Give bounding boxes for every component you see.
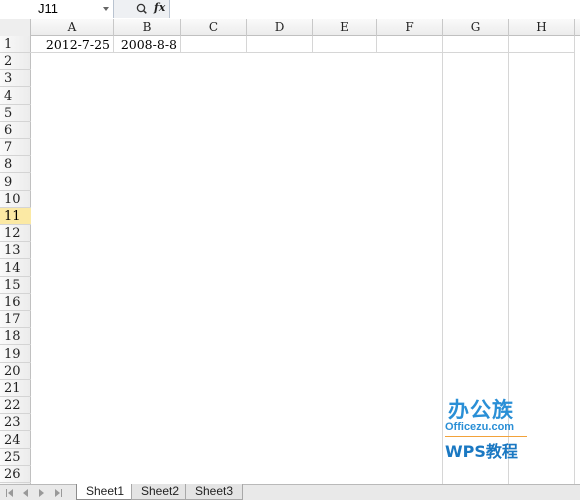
row-header-19[interactable]: 19 (0, 346, 31, 363)
chevron-down-icon[interactable] (103, 7, 109, 11)
row-header-23[interactable]: 23 (0, 414, 31, 431)
row-header-8[interactable]: 8 (0, 156, 31, 173)
row-header-10[interactable]: 10 (0, 191, 31, 208)
row-header-26[interactable]: 26 (0, 466, 31, 483)
row-header-4[interactable]: 4 (0, 88, 31, 105)
sheet-tab-sheet2[interactable]: Sheet2 (131, 484, 190, 500)
select-all-corner[interactable] (0, 19, 31, 36)
column-header-bar: A B C D E F G H (0, 19, 580, 36)
formula-tools: fx (114, 0, 170, 18)
watermark-brand: 办公族 (448, 398, 514, 422)
sheet-tab-bar: Sheet1 Sheet2 Sheet3 (0, 484, 580, 500)
function-icon[interactable]: fx (154, 1, 165, 14)
sheet-tab-sheet3[interactable]: Sheet3 (185, 484, 244, 500)
watermark-domain: Officezu.com (445, 421, 515, 433)
cell-e1[interactable] (313, 36, 377, 53)
row-header-18[interactable]: 18 (0, 328, 31, 345)
row-header-24[interactable]: 24 (0, 432, 31, 449)
cell-d1[interactable] (247, 36, 313, 53)
name-box-value: J11 (38, 1, 58, 16)
row-header-1[interactable]: 1 (0, 36, 31, 53)
row-header-3[interactable]: 3 (0, 70, 31, 87)
row-header-11[interactable]: 11 (0, 208, 31, 225)
formula-input[interactable] (170, 0, 580, 18)
row-header-13[interactable]: 13 (0, 242, 31, 259)
cell-b1[interactable]: 2008-8-8 (114, 36, 181, 53)
watermark-subtitle: WPS教程 (445, 442, 518, 461)
cell-h1[interactable] (509, 36, 575, 53)
row-header-21[interactable]: 21 (0, 380, 31, 397)
column-header-e[interactable]: E (313, 19, 377, 36)
cell-g1[interactable] (443, 36, 509, 53)
zoom-icon[interactable] (136, 3, 147, 14)
row-header-2[interactable]: 2 (0, 53, 31, 70)
column-header-a[interactable]: A (31, 19, 114, 36)
column-gridline (574, 36, 575, 484)
row-header-15[interactable]: 15 (0, 277, 31, 294)
next-sheet-icon[interactable] (39, 489, 44, 497)
column-header-g[interactable]: G (443, 19, 509, 36)
row-header-22[interactable]: 22 (0, 397, 31, 414)
prev-sheet-icon[interactable] (23, 489, 28, 497)
row-header-9[interactable]: 9 (0, 174, 31, 191)
watermark-logo: 办公族 Officezu.com WPS教程 (440, 394, 540, 464)
row-header-17[interactable]: 17 (0, 311, 31, 328)
row-header-12[interactable]: 12 (0, 225, 31, 242)
watermark-divider (445, 436, 527, 437)
last-sheet-bar (61, 489, 62, 497)
cell-f1[interactable] (377, 36, 443, 53)
column-header-h[interactable]: H (509, 19, 575, 36)
name-box[interactable]: J11 (0, 0, 114, 18)
first-sheet-bar (6, 489, 7, 497)
cell-c1[interactable] (181, 36, 247, 53)
last-sheet-icon[interactable] (55, 489, 60, 497)
row-header-16[interactable]: 16 (0, 294, 31, 311)
column-header-c[interactable]: C (181, 19, 247, 36)
column-header-b[interactable]: B (114, 19, 181, 36)
sheet-tab-sheet1[interactable]: Sheet1 (76, 484, 135, 500)
formula-bar-area: J11 fx (0, 0, 580, 18)
row-header-5[interactable]: 5 (0, 105, 31, 122)
row-header-25[interactable]: 25 (0, 449, 31, 466)
column-header-d[interactable]: D (247, 19, 313, 36)
row-header-14[interactable]: 14 (0, 260, 31, 277)
row-header-20[interactable]: 20 (0, 363, 31, 380)
row-header-7[interactable]: 7 (0, 139, 31, 156)
row-header-bar: 1 2 3 4 5 6 7 8 9 10 11 12 13 14 15 16 1… (0, 36, 31, 484)
column-header-f[interactable]: F (377, 19, 443, 36)
first-sheet-icon[interactable] (8, 489, 13, 497)
cell-a1[interactable]: 2012-7-25 (31, 36, 114, 53)
row-header-6[interactable]: 6 (0, 122, 31, 139)
